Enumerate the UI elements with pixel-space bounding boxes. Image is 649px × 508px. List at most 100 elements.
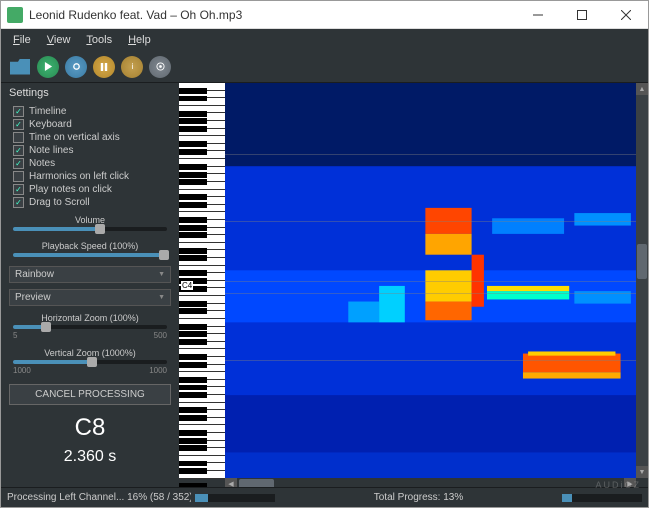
chevron-down-icon: ▼ xyxy=(158,271,165,278)
black-key[interactable] xyxy=(179,141,207,147)
setting-check-notes[interactable]: ✓Notes xyxy=(9,157,171,170)
window-title: Leonid Rudenko feat. Vad – Oh Oh.mp3 xyxy=(29,8,516,22)
status-left-text: Processing Left Channel... 16% (58 / 352… xyxy=(7,492,191,503)
checkbox-icon xyxy=(13,132,24,143)
black-key[interactable] xyxy=(179,232,207,238)
black-key[interactable] xyxy=(179,111,207,117)
checkbox-icon: ✓ xyxy=(13,106,24,117)
black-key[interactable] xyxy=(179,172,207,178)
check-label: Keyboard xyxy=(29,119,72,130)
black-key[interactable] xyxy=(179,308,207,314)
minimize-button[interactable] xyxy=(516,1,560,29)
check-label: Play notes on click xyxy=(29,184,112,195)
black-key[interactable] xyxy=(179,217,207,223)
checkbox-icon: ✓ xyxy=(13,158,24,169)
playback-speed-label: Playback Speed (100%) xyxy=(13,241,167,251)
volume-label: Volume xyxy=(13,215,167,225)
black-key[interactable] xyxy=(179,270,207,276)
preview-dropdown[interactable]: Preview▼ xyxy=(9,289,171,306)
black-key[interactable] xyxy=(179,438,207,444)
black-key[interactable] xyxy=(179,88,207,94)
open-file-button[interactable] xyxy=(9,56,31,78)
black-key[interactable] xyxy=(179,118,207,124)
app-window: Leonid Rudenko feat. Vad – Oh Oh.mp3 Fil… xyxy=(0,0,649,508)
black-key[interactable] xyxy=(179,202,207,208)
menu-view[interactable]: View xyxy=(41,32,77,48)
cancel-processing-button[interactable]: CANCEL PROCESSING xyxy=(9,384,171,405)
hzoom-label: Horizontal Zoom (100%) xyxy=(13,313,167,323)
status-total-text: Total Progress: 13% xyxy=(279,492,558,503)
close-button[interactable] xyxy=(604,1,648,29)
setting-check-timeline[interactable]: ✓ Timeline xyxy=(9,105,171,118)
setting-check-harmonics-on-left-click[interactable]: Harmonics on left click xyxy=(9,170,171,183)
black-key[interactable] xyxy=(179,179,207,185)
black-key[interactable] xyxy=(179,385,207,391)
hzoom-slider[interactable] xyxy=(13,325,167,329)
black-key[interactable] xyxy=(179,415,207,421)
black-key[interactable] xyxy=(179,483,207,487)
titlebar: Leonid Rudenko feat. Vad – Oh Oh.mp3 xyxy=(1,1,648,29)
watermark: AUDiOZ xyxy=(596,480,642,490)
black-key[interactable] xyxy=(179,445,207,451)
black-key[interactable] xyxy=(179,392,207,398)
spectrogram-view[interactable] xyxy=(225,83,636,478)
chevron-down-icon: ▼ xyxy=(158,294,165,301)
menu-help[interactable]: Help xyxy=(122,32,157,48)
pause-button[interactable] xyxy=(93,56,115,78)
maximize-button[interactable] xyxy=(560,1,604,29)
settings-title: Settings xyxy=(9,87,171,99)
black-key[interactable] xyxy=(179,468,207,474)
check-label: Harmonics on left click xyxy=(29,171,129,182)
tuning-button[interactable]: i xyxy=(121,56,143,78)
loop-button[interactable] xyxy=(65,56,87,78)
black-key[interactable] xyxy=(179,225,207,231)
playback-speed-slider[interactable] xyxy=(13,253,167,257)
menu-file[interactable]: File xyxy=(7,32,37,48)
black-key[interactable] xyxy=(179,377,207,383)
black-key[interactable] xyxy=(179,407,207,413)
black-key[interactable] xyxy=(179,96,207,102)
menubar: File View Tools Help xyxy=(1,29,648,51)
scroll-down-button[interactable]: ▼ xyxy=(636,466,648,478)
black-key[interactable] xyxy=(179,354,207,360)
setting-check-keyboard[interactable]: ✓ Keyboard xyxy=(9,118,171,131)
settings-button[interactable] xyxy=(149,56,171,78)
current-note-display: C8 xyxy=(9,414,171,442)
black-key[interactable] xyxy=(179,194,207,200)
check-label: Drag to Scroll xyxy=(29,197,90,208)
black-key[interactable] xyxy=(179,324,207,330)
current-time-display: 2.360 s xyxy=(9,448,171,466)
black-key[interactable] xyxy=(179,149,207,155)
check-label: Timeline xyxy=(29,106,66,117)
vertical-scrollbar[interactable]: ▲ ▼ xyxy=(636,83,648,478)
volume-slider[interactable] xyxy=(13,227,167,231)
setting-check-drag-to-scroll[interactable]: ✓ Drag to Scroll xyxy=(9,196,171,209)
checkbox-icon: ✓ xyxy=(13,119,24,130)
black-key[interactable] xyxy=(179,331,207,337)
black-key[interactable] xyxy=(179,301,207,307)
vzoom-slider[interactable] xyxy=(13,360,167,364)
horizontal-scrollbar[interactable]: ◀ ▶ xyxy=(225,478,636,487)
black-key[interactable] xyxy=(179,248,207,254)
setting-check-time-on-vertical-axis[interactable]: Time on vertical axis xyxy=(9,131,171,144)
black-key[interactable] xyxy=(179,339,207,345)
black-key[interactable] xyxy=(179,461,207,467)
scroll-up-button[interactable]: ▲ xyxy=(636,83,648,95)
black-key[interactable] xyxy=(179,430,207,436)
colormap-dropdown[interactable]: Rainbow▼ xyxy=(9,266,171,283)
piano-keyboard[interactable]: C4 xyxy=(179,83,225,478)
black-key[interactable] xyxy=(179,126,207,132)
left-progress-bar xyxy=(195,494,275,502)
play-button[interactable] xyxy=(37,56,59,78)
statusbar: Processing Left Channel... 16% (58 / 352… xyxy=(1,487,648,507)
menu-tools[interactable]: Tools xyxy=(80,32,118,48)
scroll-left-button[interactable]: ◀ xyxy=(225,478,237,487)
setting-check-note-lines[interactable]: ✓Note lines xyxy=(9,144,171,157)
black-key[interactable] xyxy=(179,362,207,368)
setting-check-play-notes-on-click[interactable]: ✓Play notes on click xyxy=(9,183,171,196)
black-key[interactable] xyxy=(179,255,207,261)
total-progress-bar xyxy=(562,494,642,502)
checkbox-icon: ✓ xyxy=(13,197,24,208)
black-key[interactable] xyxy=(179,164,207,170)
folder-icon xyxy=(10,59,30,75)
